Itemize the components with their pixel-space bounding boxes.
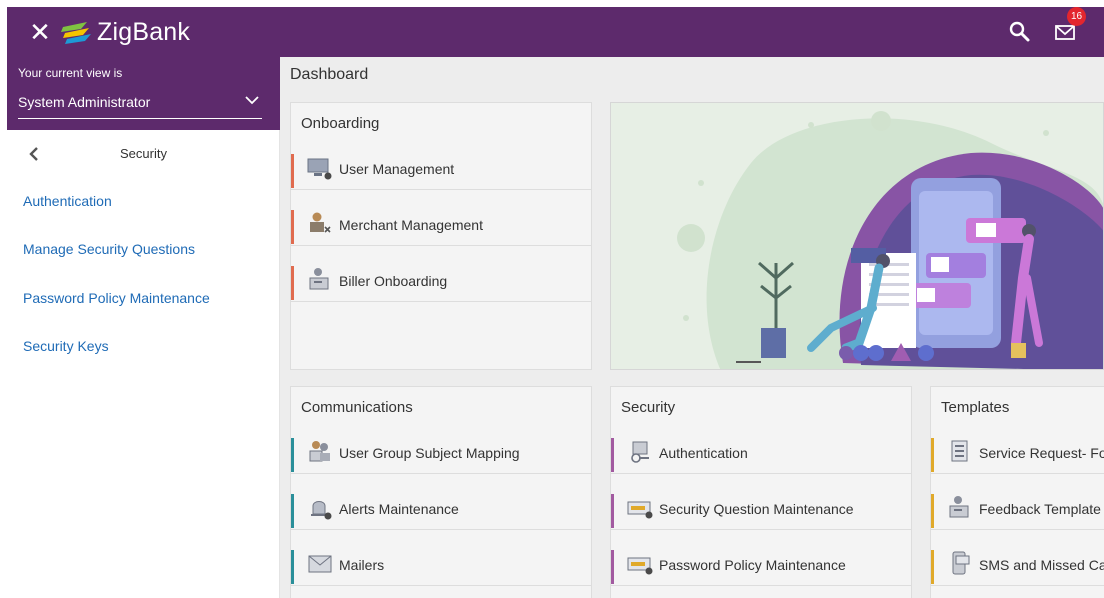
sidebar: Your current view is System Administrato… (7, 57, 280, 598)
security-item-security-question-maintenance[interactable]: Security Question Maintenance (611, 488, 911, 530)
onboarding-card: Onboarding User Management Merchant Mana… (290, 102, 592, 370)
current-view-value: System Administrator (18, 94, 151, 110)
item-accent-bar (291, 210, 294, 244)
merchant-icon (310, 212, 331, 233)
item-label: User Group Subject Mapping (339, 445, 520, 461)
communications-item-mailers[interactable]: Mailers (291, 544, 591, 586)
item-accent-bar (931, 438, 934, 472)
security-item-authentication[interactable]: Authentication (611, 432, 911, 474)
item-label: Biller Onboarding (339, 273, 448, 289)
item-accent-bar (291, 266, 294, 300)
card-title: Communications (301, 399, 413, 416)
search-icon[interactable] (1007, 19, 1033, 45)
current-view-dropdown[interactable]: System Administrator (18, 87, 262, 119)
item-label: Merchant Management (339, 217, 483, 233)
top-bar: ✕ ZigBank (7, 7, 1104, 57)
templates-item-sms-and-missed-call[interactable]: SMS and Missed Cal (931, 544, 1104, 586)
item-accent-bar (291, 550, 294, 584)
dashboard-illustration (610, 102, 1104, 370)
close-icon[interactable]: ✕ (25, 17, 55, 47)
notification-badge: 16 (1067, 7, 1086, 26)
onboarding-item-biller-onboarding[interactable]: Biller Onboarding (291, 260, 591, 302)
dashboard-main: Dashboard Onboarding User Management Mer… (280, 57, 1104, 598)
item-accent-bar (291, 438, 294, 472)
mailer-icon (308, 555, 332, 573)
card-title: Templates (941, 399, 1010, 416)
zigbank-logo[interactable]: ZigBank (59, 17, 190, 47)
item-label: Alerts Maintenance (339, 501, 459, 517)
item-label: Feedback Template (979, 501, 1101, 517)
feedback-icon (949, 496, 969, 518)
communications-item-alerts-maintenance[interactable]: Alerts Maintenance (291, 488, 591, 530)
document-icon (951, 440, 968, 462)
sidebar-section-title: Security (120, 146, 167, 161)
item-label: Mailers (339, 557, 385, 573)
onboarding-item-user-management[interactable]: User Management (291, 148, 591, 190)
communications-item-user-group-subject-mapping[interactable]: User Group Subject Mapping (291, 432, 591, 474)
item-label: User Management (339, 161, 455, 177)
card-title: Security (621, 399, 676, 416)
sidebar-link-authentication[interactable]: Authentication (23, 193, 112, 209)
page-title: Dashboard (290, 66, 369, 83)
card-title: Onboarding (301, 115, 380, 132)
user-group-icon (309, 441, 330, 462)
item-label: Service Request- Fo (979, 445, 1104, 461)
sidebar-link-password-policy-maintenance[interactable]: Password Policy Maintenance (23, 290, 210, 306)
zigbank-logo-mark (61, 22, 91, 44)
password-field-icon (627, 501, 653, 519)
communications-card: Communications User Group Subject Mappin… (290, 386, 592, 598)
bell-icon (311, 501, 332, 520)
password-field-icon (627, 557, 653, 575)
security-card: Security Authentication Security Questio… (610, 386, 912, 598)
item-label: Password Policy Maintenance (659, 557, 846, 573)
item-label: SMS and Missed Cal (979, 557, 1104, 573)
item-accent-bar (611, 494, 614, 528)
sidebar-link-manage-security-questions[interactable]: Manage Security Questions (23, 241, 195, 257)
item-accent-bar (611, 438, 614, 472)
item-label: Authentication (659, 445, 748, 461)
templates-card: Templates Service Request- Fo Feedback T… (930, 386, 1104, 598)
sidebar-section-header: Security (7, 137, 280, 171)
app-name: ZigBank (97, 17, 191, 46)
security-item-password-policy-maintenance[interactable]: Password Policy Maintenance (611, 544, 911, 586)
onboarding-item-merchant-management[interactable]: Merchant Management (291, 204, 591, 246)
templates-item-service-request[interactable]: Service Request- Fo (931, 432, 1104, 474)
item-label: Security Question Maintenance (659, 501, 854, 517)
templates-item-feedback-template[interactable]: Feedback Template (931, 488, 1104, 530)
authentication-icon (631, 441, 649, 463)
people-with-phone-illustration (611, 103, 1103, 369)
current-view-label: Your current view is (18, 66, 123, 80)
item-accent-bar (291, 154, 294, 188)
biller-icon (309, 268, 329, 290)
item-accent-bar (611, 550, 614, 584)
monitor-user-icon (307, 158, 332, 180)
item-accent-bar (931, 494, 934, 528)
sidebar-link-security-keys[interactable]: Security Keys (23, 338, 109, 354)
item-accent-bar (291, 494, 294, 528)
current-view-panel: Your current view is System Administrato… (7, 57, 280, 130)
sms-icon (952, 551, 970, 575)
chevron-left-icon[interactable] (25, 143, 45, 165)
item-accent-bar (931, 550, 934, 584)
chevron-down-icon (244, 92, 260, 113)
